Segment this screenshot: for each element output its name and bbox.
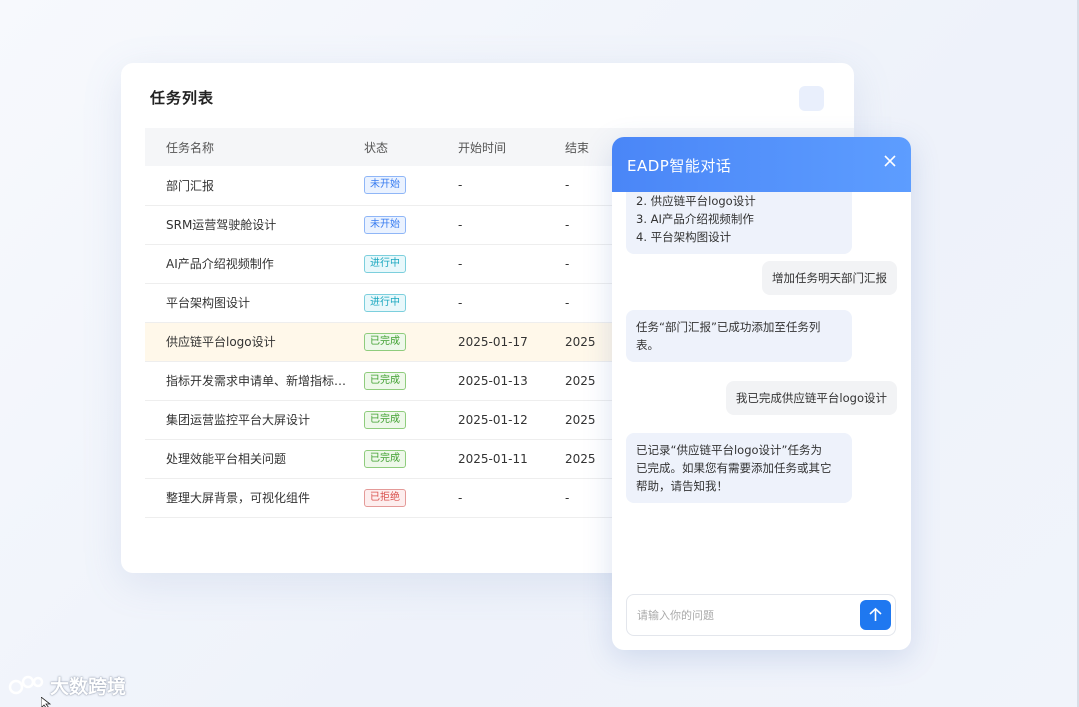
task-start-cell: 2025-01-13 [458,361,565,401]
task-status-cell: 已完成 [364,322,458,362]
task-name: 部门汇报 [166,178,215,193]
message-line: 已完成。如果您有需要添加任务或其它 [636,461,832,475]
task-name: SRM运营驾驶舱设计 [166,218,277,232]
status-badge: 已拒绝 [364,488,406,507]
task-start-cell: - [458,244,565,284]
task-status-cell: 未开始 [364,166,458,206]
task-name-cell: 部门汇报 [145,166,364,206]
chat-panel: EADP智能对话 2. 供应链平台logo设计 3. AI产品介绍视频制作 4. 平… [612,137,911,650]
task-start-cell: - [458,205,565,245]
task-start-cell: - [458,166,565,206]
status-badge: 已完成 [364,371,406,390]
task-name-cell: 供应链平台logo设计 [145,322,364,362]
status-badge: 进行中 [364,293,406,312]
message-line: 4. 平台架构图设计 [636,230,732,244]
task-status-cell: 进行中 [364,283,458,323]
task-name: AI产品介绍视频制作 [166,257,274,271]
task-status-cell: 进行中 [364,244,458,284]
mouse-cursor-icon [41,697,52,707]
task-name: 处理效能平台相关问题 [166,452,287,466]
card-action-button[interactable] [799,86,824,111]
task-status-cell: 已拒绝 [364,478,458,518]
assistant-message: 2. 供应链平台logo设计 3. AI产品介绍视频制作 4. 平台架构图设计 [626,192,852,254]
arrow-up-icon [869,607,882,621]
message-line: 任务“部门汇报”已成功添加至任务列 [636,320,821,334]
task-name-cell: 集团运营监控平台大屏设计 [145,400,364,440]
chat-title: EADP智能对话 [627,157,732,175]
task-list-title: 任务列表 [150,89,215,107]
task-status-cell: 已完成 [364,400,458,440]
task-status-cell: 已完成 [364,361,458,401]
task-start-cell: 2025-01-11 [458,439,565,479]
status-badge: 未开始 [364,176,406,195]
message-line: 增加任务明天部门汇报 [772,271,887,285]
task-name-cell: 处理效能平台相关问题 [145,439,364,479]
message-line: 表。 [636,338,659,352]
task-name: 供应链平台logo设计 [166,335,276,349]
task-name-cell: 平台架构图设计 [145,283,364,323]
message-line: 已记录“供应链平台logo设计”任务为 [636,443,822,457]
task-status-cell: 已完成 [364,439,458,479]
column-header-status: 状态 [364,128,458,166]
task-name: 整理大屏背景，可视化组件 [166,491,311,505]
message-line: 3. AI产品介绍视频制作 [636,212,754,226]
task-name-cell: 指标开发需求申请单、新增指标需… [145,361,364,401]
task-name: 平台架构图设计 [166,296,251,310]
status-badge: 已完成 [364,449,406,468]
column-header-name: 任务名称 [145,128,364,166]
task-name: 指标开发需求申请单、新增指标需… [166,374,352,388]
status-badge: 已完成 [364,410,406,429]
chat-input-box [626,594,896,636]
close-icon[interactable] [883,154,897,168]
message-line: 我已完成供应链平台logo设计 [735,391,887,405]
task-name-cell: AI产品介绍视频制作 [145,244,364,284]
chat-input[interactable] [637,605,847,625]
watermark-text: 大数跨境 [50,676,127,698]
status-badge: 未开始 [364,215,406,234]
status-badge: 已完成 [364,332,406,351]
chat-header: EADP智能对话 [612,137,911,192]
message-line: 2. 供应链平台logo设计 [636,194,756,208]
task-start-cell: 2025-01-12 [458,400,565,440]
task-name-cell: SRM运营驾驶舱设计 [145,205,364,245]
watermark: 大数跨境 [8,672,126,699]
assistant-message: 任务“部门汇报”已成功添加至任务列 表。 [626,310,852,362]
send-button[interactable] [860,600,891,630]
task-start-cell: - [458,283,565,323]
message-line: 帮助，请告知我！ [636,479,728,493]
user-message: 我已完成供应链平台logo设计 [725,381,897,415]
assistant-message: 已记录“供应链平台logo设计”任务为 已完成。如果您有需要添加任务或其它 帮助，请… [626,433,852,503]
task-name: 集团运营监控平台大屏设计 [166,413,311,427]
watermark-logo-icon [8,675,44,694]
status-badge: 进行中 [364,254,406,273]
user-message: 增加任务明天部门汇报 [762,261,897,295]
task-start-cell: - [458,478,565,518]
column-header-start: 开始时间 [458,128,565,166]
chat-messages[interactable]: 2. 供应链平台logo设计 3. AI产品介绍视频制作 4. 平台架构图设计增加任… [612,192,911,577]
task-name-cell: 整理大屏背景，可视化组件 [145,478,364,518]
task-status-cell: 未开始 [364,205,458,245]
task-start-cell: 2025-01-17 [458,322,565,362]
